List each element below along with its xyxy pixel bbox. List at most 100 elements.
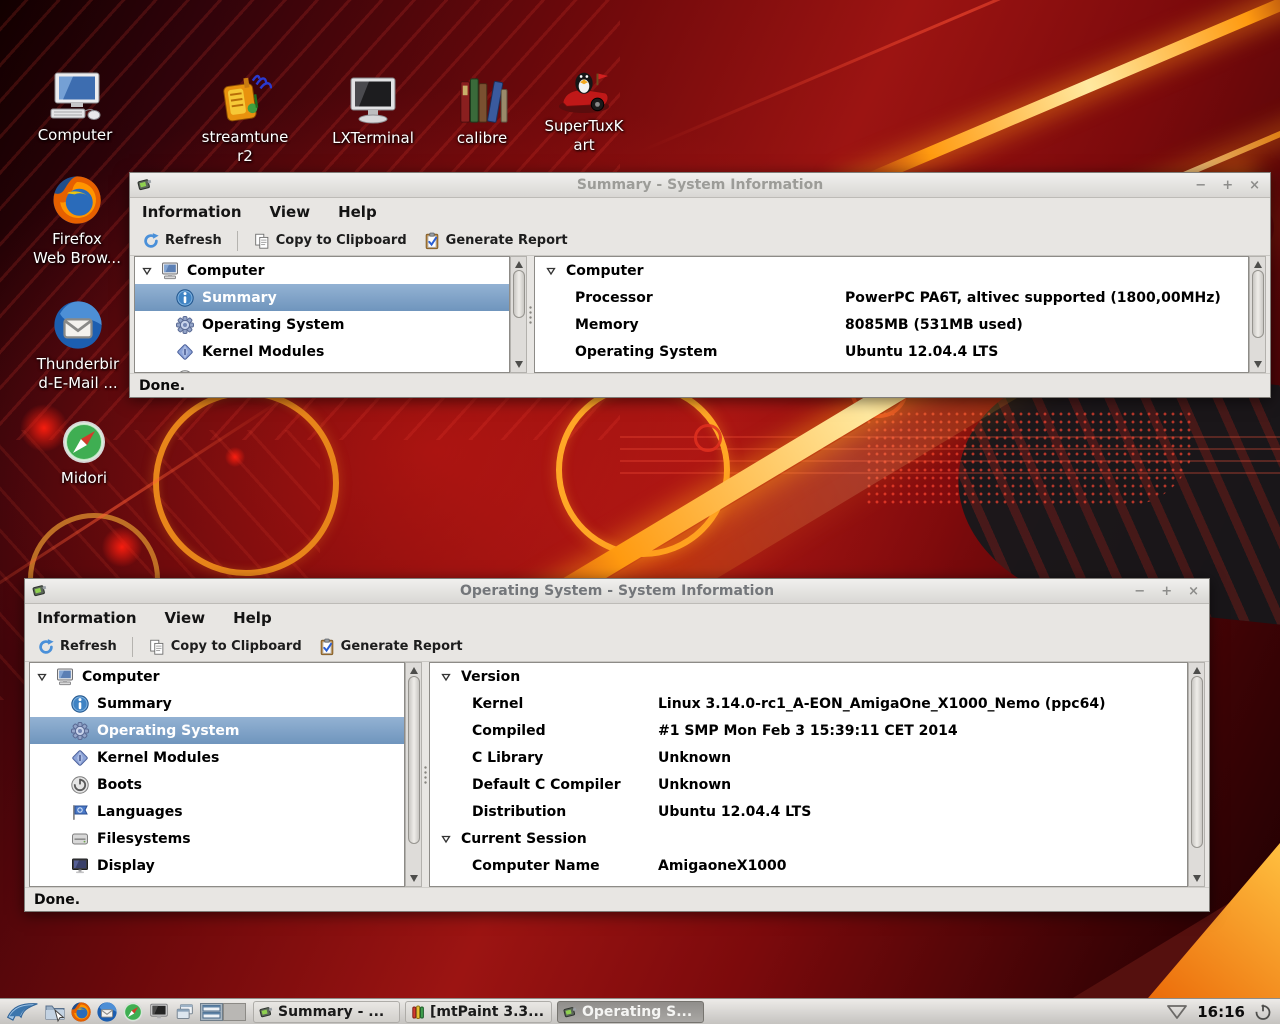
scroll-up-arrow[interactable] <box>1193 666 1201 674</box>
tree-item-label: Kernel Modules <box>97 750 219 766</box>
expander-icon[interactable] <box>141 266 153 276</box>
screen-launcher[interactable] <box>146 1000 172 1024</box>
tree-item-display[interactable]: Display <box>30 852 404 879</box>
midori-launcher[interactable] <box>120 1000 146 1024</box>
tree-item-operating-system[interactable]: Operating System <box>30 717 404 744</box>
power-button-icon[interactable] <box>1254 1003 1272 1021</box>
info-row-memory[interactable]: Memory 8085MB (531MB used) <box>535 311 1248 338</box>
desktop-icon-lxterminal[interactable]: LXTerminal <box>323 76 423 148</box>
tree-item-operating-system[interactable]: Operating System <box>135 311 509 338</box>
panel-scrollbar[interactable] <box>1249 256 1266 373</box>
pane-splitter[interactable] <box>527 256 534 373</box>
close-button[interactable]: × <box>1249 179 1260 192</box>
tree-scrollbar[interactable] <box>405 662 422 887</box>
firefox-launcher[interactable] <box>68 1000 94 1024</box>
info-row-kernel[interactable]: Kernel Linux 3.14.0-rc1_A-EON_AmigaOne_X… <box>430 690 1187 717</box>
tree-item-kernel-modules[interactable]: Kernel Modules <box>30 744 404 771</box>
expander-icon[interactable] <box>440 834 452 844</box>
scrollbar-thumb[interactable] <box>408 676 420 844</box>
close-button[interactable]: × <box>1188 585 1199 598</box>
expander-icon[interactable] <box>545 266 557 276</box>
menu-help[interactable]: Help <box>231 607 274 629</box>
menu-information[interactable]: Information <box>35 607 139 629</box>
summary-titlebar[interactable]: Summary - System Information − + × <box>130 173 1270 198</box>
taskbar-button-operating-system[interactable]: Operating S... <box>557 1001 704 1023</box>
menu-information[interactable]: Information <box>140 201 244 223</box>
toolbar: Refresh Copy to Clipboard Generate Repor… <box>25 632 1209 662</box>
generate-report-button[interactable]: Generate Report <box>312 636 469 658</box>
iconify-all-windows-button[interactable] <box>172 1000 198 1024</box>
taskbar-button-summary[interactable]: Summary - ... <box>253 1001 400 1023</box>
scrollbar-thumb[interactable] <box>513 270 525 318</box>
info-row-default-c-compiler[interactable]: Default C Compiler Unknown <box>430 771 1187 798</box>
report-icon <box>318 638 336 656</box>
scroll-down-arrow[interactable] <box>515 361 523 369</box>
taskbar-button-mtpaint[interactable]: [mtPaint 3.3... <box>405 1001 552 1023</box>
scroll-up-arrow[interactable] <box>515 260 523 268</box>
maximize-button[interactable]: + <box>1222 179 1233 192</box>
desktop-icon-midori[interactable]: Midori <box>34 418 134 488</box>
section-header-current-session[interactable]: Current Session <box>430 825 1187 852</box>
menu-view[interactable]: View <box>268 201 313 223</box>
scroll-down-arrow[interactable] <box>1193 875 1201 883</box>
tree-item-boots[interactable]: Boots <box>30 771 404 798</box>
computer-icon <box>55 667 75 687</box>
info-row-compiled[interactable]: Compiled #1 SMP Mon Feb 3 15:39:11 CET 2… <box>430 717 1187 744</box>
expander-icon[interactable] <box>36 672 48 682</box>
copy-to-clipboard-button[interactable]: Copy to Clipboard <box>142 636 308 658</box>
pane-splitter[interactable] <box>422 662 429 887</box>
diamond-icon <box>175 342 195 362</box>
desktop-pager[interactable] <box>198 1000 248 1024</box>
tree-item-languages[interactable]: Languages <box>30 798 404 825</box>
tree-item-summary[interactable]: Summary <box>30 690 404 717</box>
maximize-button[interactable]: + <box>1161 585 1172 598</box>
desktop-icon-firefox[interactable]: Firefox Web Brow... <box>27 173 127 268</box>
info-row-processor[interactable]: Processor PowerPC PA6T, altivec supporte… <box>535 284 1248 311</box>
thunderbird-launcher[interactable] <box>94 1000 120 1024</box>
tree-item-filesystems[interactable]: Filesystems <box>30 825 404 852</box>
info-row-distribution[interactable]: Distribution Ubuntu 12.04.4 LTS <box>430 798 1187 825</box>
info-row-operating-system[interactable]: Operating System Ubuntu 12.04.4 LTS <box>535 338 1248 365</box>
info-row-computer-name[interactable]: Computer Name AmigaoneX1000 <box>430 852 1187 879</box>
minimize-button[interactable]: − <box>1195 179 1206 192</box>
flag-icon <box>70 802 90 822</box>
desktop-icon-calibre[interactable]: calibre <box>432 76 532 148</box>
minimize-button[interactable]: − <box>1134 585 1145 598</box>
section-header-computer[interactable]: Computer <box>535 257 1248 284</box>
scrollbar-thumb[interactable] <box>1252 270 1264 338</box>
desktop-icon-thunderbird[interactable]: Thunderbir d-E-Mail ... <box>28 298 128 393</box>
scroll-up-arrow[interactable] <box>1254 260 1262 268</box>
menu-help[interactable]: Help <box>336 201 379 223</box>
desktop-icon-supertuxkart[interactable]: SuperTuxK art <box>534 64 634 155</box>
refresh-button[interactable]: Refresh <box>136 230 228 252</box>
network-status-icon[interactable] <box>1166 1003 1188 1021</box>
scroll-up-arrow[interactable] <box>410 666 418 674</box>
scroll-down-arrow[interactable] <box>1254 361 1262 369</box>
tree-item-computer[interactable]: Computer <box>30 663 404 690</box>
section-header-version[interactable]: Version <box>430 663 1187 690</box>
info-row-c-library[interactable]: C Library Unknown <box>430 744 1187 771</box>
mtpaint-icon <box>411 1005 425 1019</box>
desktop-icon-streamtuner2[interactable]: streamtune r2 <box>195 71 295 166</box>
scrollbar-thumb[interactable] <box>1191 676 1203 848</box>
panel-scrollbar[interactable] <box>1188 662 1205 887</box>
tree-scrollbar[interactable] <box>510 256 527 373</box>
tree-item-summary[interactable]: Summary <box>135 284 509 311</box>
scroll-down-arrow[interactable] <box>410 875 418 883</box>
report-label: Generate Report <box>446 233 568 248</box>
tree-item-boots[interactable]: Boots <box>135 365 509 373</box>
status-bar: Done. <box>130 373 1270 397</box>
taskbar-clock[interactable]: 16:16 <box>1197 1003 1245 1021</box>
desktop-icon-computer[interactable]: Computer <box>25 71 125 145</box>
file-manager-launcher[interactable] <box>42 1000 68 1024</box>
menu-view[interactable]: View <box>163 607 208 629</box>
os-titlebar[interactable]: Operating System - System Information − … <box>25 579 1209 604</box>
generate-report-button[interactable]: Generate Report <box>417 230 574 252</box>
copy-to-clipboard-button[interactable]: Copy to Clipboard <box>247 230 413 252</box>
expander-icon[interactable] <box>440 672 452 682</box>
tree-item-computer[interactable]: Computer <box>135 257 509 284</box>
tree-item-kernel-modules[interactable]: Kernel Modules <box>135 338 509 365</box>
menu-button[interactable] <box>4 1000 42 1024</box>
refresh-button[interactable]: Refresh <box>31 636 123 658</box>
copy-icon <box>253 232 271 250</box>
